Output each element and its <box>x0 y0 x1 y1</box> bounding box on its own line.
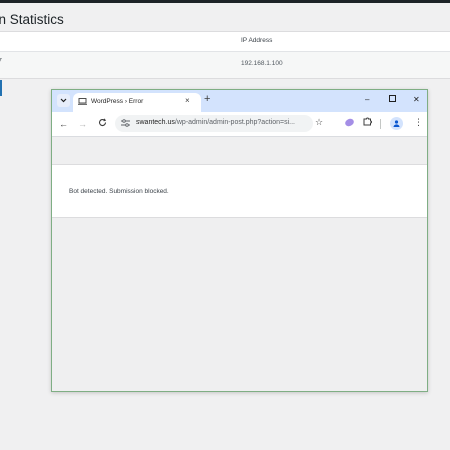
tab-title: WordPress › Error <box>91 98 144 105</box>
browser-toolbar: ← → swantech.us/wp-admin/admin-post.php?… <box>52 112 427 137</box>
extension-icon[interactable] <box>343 117 356 128</box>
page-title: ion Statistics <box>0 12 64 27</box>
minimize-button[interactable]: – <box>365 93 369 106</box>
url-text: swantech.us/wp-admin/admin-post.php?acti… <box>136 119 295 126</box>
truncated-cell: 7 <box>0 58 2 65</box>
tab-close-button[interactable]: × <box>185 96 190 105</box>
profile-avatar-button[interactable] <box>390 117 403 130</box>
maximize-icon <box>389 95 396 102</box>
ip-address-cell: 192.168.1.100 <box>241 60 283 67</box>
reload-button[interactable] <box>98 118 107 130</box>
new-tab-button[interactable]: + <box>204 93 210 106</box>
forward-button[interactable]: → <box>78 118 87 130</box>
error-message-box: Bot detected. Submission blocked. <box>52 164 427 218</box>
puzzle-icon <box>363 117 372 126</box>
error-message: Bot detected. Submission blocked. <box>69 188 169 195</box>
person-icon <box>393 120 400 127</box>
url-path: /wp-admin/admin-post.php?action=si... <box>174 119 295 126</box>
statistics-table: IP Address 7 192.168.1.100 <box>0 31 450 79</box>
browser-window: WordPress › Error × + – ✕ ← → swantech.u… <box>51 89 428 392</box>
page-header-area <box>52 137 427 164</box>
reload-icon <box>98 118 107 126</box>
focus-marker <box>0 80 2 96</box>
back-button[interactable]: ← <box>59 118 68 130</box>
address-bar[interactable]: swantech.us/wp-admin/admin-post.php?acti… <box>115 115 313 132</box>
url-host: swantech.us <box>136 119 175 126</box>
table-header-row: IP Address <box>0 32 450 52</box>
browser-menu-button[interactable]: ⋮ <box>414 117 423 128</box>
close-window-button[interactable]: ✕ <box>413 93 420 106</box>
extensions-button[interactable] <box>363 117 372 128</box>
chevron-down-icon <box>60 98 67 103</box>
site-settings-icon[interactable] <box>121 119 130 127</box>
toolbar-divider <box>380 119 381 129</box>
tab-strip: WordPress › Error × + – ✕ <box>52 90 427 112</box>
table-row: 7 192.168.1.100 <box>0 52 450 78</box>
laptop-icon <box>78 98 87 105</box>
maximize-button[interactable] <box>389 93 396 106</box>
top-bar <box>0 0 450 3</box>
tab-search-button[interactable] <box>57 94 70 107</box>
tab-wordpress-error[interactable]: WordPress › Error × <box>73 93 201 112</box>
bookmark-star-icon[interactable]: ☆ <box>315 117 323 128</box>
ip-address-column-header[interactable]: IP Address <box>241 37 272 44</box>
